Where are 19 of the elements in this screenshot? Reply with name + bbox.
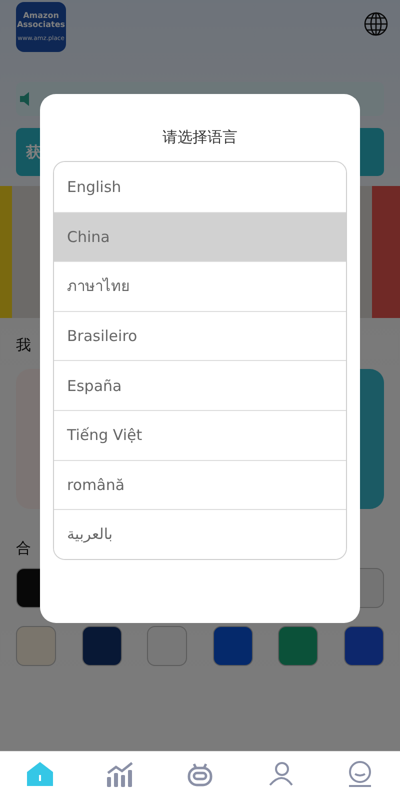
logo-text: Associates (16, 20, 66, 29)
partner-logo-icon (212, 626, 253, 666)
home-nav-icon[interactable] (25, 759, 55, 789)
language-option[interactable]: China (54, 212, 346, 262)
partner-logo-icon (147, 626, 188, 666)
section-title: 合 (16, 539, 31, 558)
language-option[interactable]: بالعربية (54, 509, 346, 559)
partner-logo-icon (16, 626, 56, 666)
partner-logo-icon (344, 626, 384, 666)
logo-text: Amazon (23, 11, 59, 20)
partner-logo-icon (278, 626, 318, 666)
dialog-title: 请选择语言 (162, 128, 238, 147)
partner-logo-icon (82, 626, 122, 666)
action-label: 获 (25, 142, 42, 162)
chart-nav-icon[interactable] (105, 759, 135, 789)
section-title: 我 (16, 336, 31, 355)
globe-icon[interactable] (364, 12, 388, 36)
language-option[interactable]: Brasileiro (54, 310, 346, 360)
speaker-icon (20, 91, 30, 107)
